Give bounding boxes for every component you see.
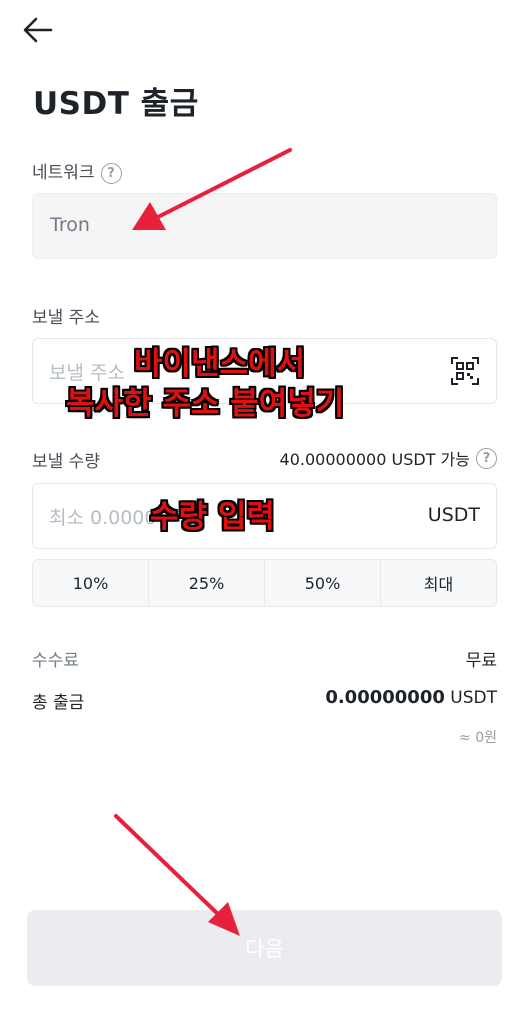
page-title: USDT 출금 (33, 86, 199, 122)
network-label: 네트워크 (32, 163, 95, 183)
available-balance-row: 40.00000000 USDT 가능? (280, 446, 497, 470)
total-value-row: 0.00000000 USDT (325, 687, 497, 708)
help-icon[interactable]: ? (476, 447, 497, 469)
qr-scan-icon[interactable] (450, 356, 480, 386)
total-unit: USDT (450, 688, 497, 708)
fee-value: 무료 (465, 651, 497, 671)
network-value: Tron (50, 214, 90, 236)
annotation-amount: 수량 입력 (150, 499, 275, 535)
network-field[interactable]: Tron (32, 193, 497, 259)
help-icon[interactable]: ? (100, 162, 122, 184)
amount-label: 보낼 수량 (32, 452, 100, 472)
back-button[interactable] (18, 10, 58, 50)
available-balance: 40.00000000 USDT 가능 (279, 450, 470, 469)
percent-25-button[interactable]: 25% (149, 560, 265, 606)
next-button[interactable]: 다음 (27, 910, 502, 986)
annotation-address-line2: 복사한 주소 붙여넣기 (66, 386, 345, 422)
back-arrow-icon (23, 17, 53, 43)
amount-placeholder: 최소 0.0000 (49, 507, 157, 529)
fee-label: 수수료 (32, 651, 79, 671)
annotation-address-line1: 바이낸스에서 (134, 346, 306, 382)
amount-unit: USDT (427, 504, 480, 526)
max-button[interactable]: 최대 (381, 560, 496, 606)
total-krw: ≈ 0원 (459, 730, 497, 746)
total-label: 총 출금 (32, 693, 85, 713)
percent-button-group: 10% 25% 50% 최대 (32, 559, 497, 607)
percent-10-button[interactable]: 10% (33, 560, 149, 606)
total-amount: 0.00000000 (325, 687, 445, 708)
address-label: 보낼 주소 (32, 308, 100, 328)
network-label-row: 네트워크? (32, 158, 122, 184)
percent-50-button[interactable]: 50% (265, 560, 381, 606)
